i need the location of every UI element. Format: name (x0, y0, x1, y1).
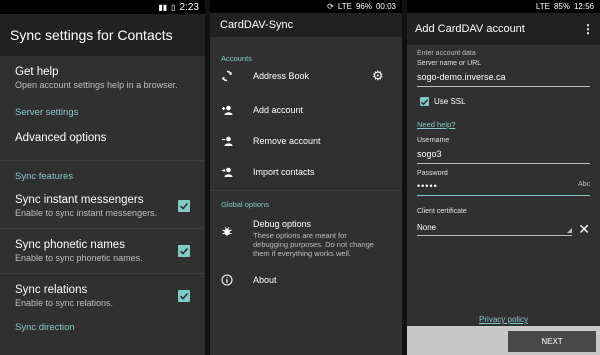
use-ssl-label: Use SSL (434, 97, 466, 106)
pref-sync-relations[interactable]: Sync relations Enable to sync relations. (0, 284, 205, 308)
app-bar: Add CardDAV account ⋮ (407, 13, 600, 45)
status-time: 12:56 (573, 2, 594, 11)
checkbox-checked-icon[interactable] (178, 200, 190, 212)
pref-sync-im[interactable]: Sync instant messengers Enable to sync i… (0, 194, 205, 218)
phone-sync-settings: ▮▮ ▯ 2:23 Sync settings for Contacts Get… (0, 0, 205, 355)
pref-title: Sync relations (15, 284, 88, 296)
next-button[interactable]: NEXT (508, 331, 596, 352)
status-bar: ⟳ LTE 96% 00:03 (210, 0, 402, 13)
nav-label: Import contacts (253, 167, 315, 177)
nav-add-account[interactable]: Add account (210, 104, 402, 116)
category-sync-direction: Sync direction (15, 322, 75, 333)
nav-summary: These options are meant for debugging pu… (253, 231, 374, 258)
category-server-settings: Server settings (15, 107, 79, 118)
bug-icon (221, 225, 233, 237)
next-button-label: NEXT (541, 337, 563, 346)
status-time: 00:03 (375, 2, 396, 11)
use-ssl-checkbox[interactable]: Use SSL (407, 97, 600, 106)
client-cert-value: None (417, 223, 437, 232)
nav-import-contacts[interactable]: Import contacts (210, 166, 402, 178)
settings-gear-icon[interactable]: ⚙ (372, 68, 384, 84)
battery-level: 96% (355, 2, 372, 11)
page-title: Sync settings for Contacts (10, 27, 173, 43)
username-label: Username (417, 137, 450, 144)
remove-person-icon (221, 135, 233, 147)
nav-label: Remove account (253, 136, 321, 146)
status-time: 2:23 (179, 1, 199, 13)
sync-icon: ⟳ (327, 2, 334, 11)
server-label: Server name or URL (417, 60, 482, 67)
info-icon (221, 274, 233, 286)
app-bar: CardDAV-Sync (210, 13, 402, 37)
nav-about[interactable]: About (210, 274, 402, 286)
sync-icon (221, 70, 233, 82)
server-input[interactable]: sogo-demo.inverse.ca (417, 70, 590, 87)
status-bar: LTE 85% 12:56 (407, 0, 600, 13)
nav-label: Debug options (253, 219, 312, 229)
need-help-link[interactable]: Need help? (417, 120, 455, 129)
app-bar: Sync settings for Contacts (0, 14, 205, 56)
status-bar: ▮▮ ▯ 2:23 (0, 0, 205, 14)
phone-add-account: LTE 85% 12:56 Add CardDAV account ⋮ Ente… (407, 0, 600, 355)
battery-level: 85% (553, 2, 570, 11)
pref-title: Sync phonetic names (15, 239, 125, 251)
privacy-policy-link[interactable]: Privacy policy (479, 315, 528, 324)
pref-summary: Enable to sync phonetic names. (15, 253, 143, 263)
network-type: LTE (535, 2, 550, 11)
pref-title: Sync instant messengers (15, 194, 144, 206)
nav-label: About (253, 275, 277, 285)
username-input[interactable]: sogo3 (417, 147, 590, 164)
page-title: Add CardDAV account (415, 23, 525, 35)
import-contacts-icon (221, 166, 233, 178)
enter-account-data-label: Enter account data (417, 50, 476, 57)
pref-summary: Open account settings help in a browser. (15, 80, 178, 90)
client-cert-select[interactable]: None (417, 223, 573, 236)
nav-address-book[interactable]: Address Book ⚙ (210, 68, 402, 84)
add-person-icon (221, 104, 233, 116)
nav-remove-account[interactable]: Remove account (210, 135, 402, 147)
nav-label: Add account (253, 105, 304, 115)
password-input[interactable]: ••••• Abc (417, 179, 590, 196)
pref-sync-phonetic[interactable]: Sync phonetic names Enable to sync phone… (0, 239, 205, 263)
checkbox-checked-icon (420, 97, 429, 106)
overflow-menu-icon[interactable]: ⋮ (582, 22, 594, 36)
pref-advanced-options[interactable]: Advanced options (0, 132, 205, 144)
battery-icon: ▯ (171, 2, 176, 12)
nav-label: Address Book (253, 71, 310, 81)
page-title: CardDAV-Sync (220, 19, 294, 31)
bottom-bar: NEXT (407, 326, 600, 355)
pref-title: Get help (15, 66, 59, 78)
pref-summary: Enable to sync instant messengers. (15, 208, 158, 218)
signal-icon: ▮▮ (158, 2, 168, 12)
phone-carddav-drawer: ⟳ LTE 96% 00:03 CardDAV-Sync Accounts Ad… (210, 0, 402, 355)
pref-summary: Enable to sync relations. (15, 298, 114, 308)
category-sync-features: Sync features (15, 171, 74, 182)
network-type: LTE (337, 2, 352, 11)
dropdown-triangle-icon (567, 228, 573, 233)
pref-get-help[interactable]: Get help Open account settings help in a… (0, 66, 205, 90)
clear-icon[interactable]: ✕ (578, 221, 590, 238)
password-value: ••••• (417, 181, 438, 191)
keyboard-hint: Abc (577, 181, 590, 188)
pref-title: Advanced options (15, 132, 107, 144)
nav-debug-options[interactable]: Debug options These options are meant fo… (210, 219, 402, 258)
category-global-options: Global options (221, 200, 269, 209)
category-accounts: Accounts (221, 54, 252, 63)
checkbox-checked-icon[interactable] (178, 245, 190, 257)
password-label: Password (417, 170, 448, 177)
checkbox-checked-icon[interactable] (178, 290, 190, 302)
client-cert-label: Client certificate (417, 208, 467, 215)
